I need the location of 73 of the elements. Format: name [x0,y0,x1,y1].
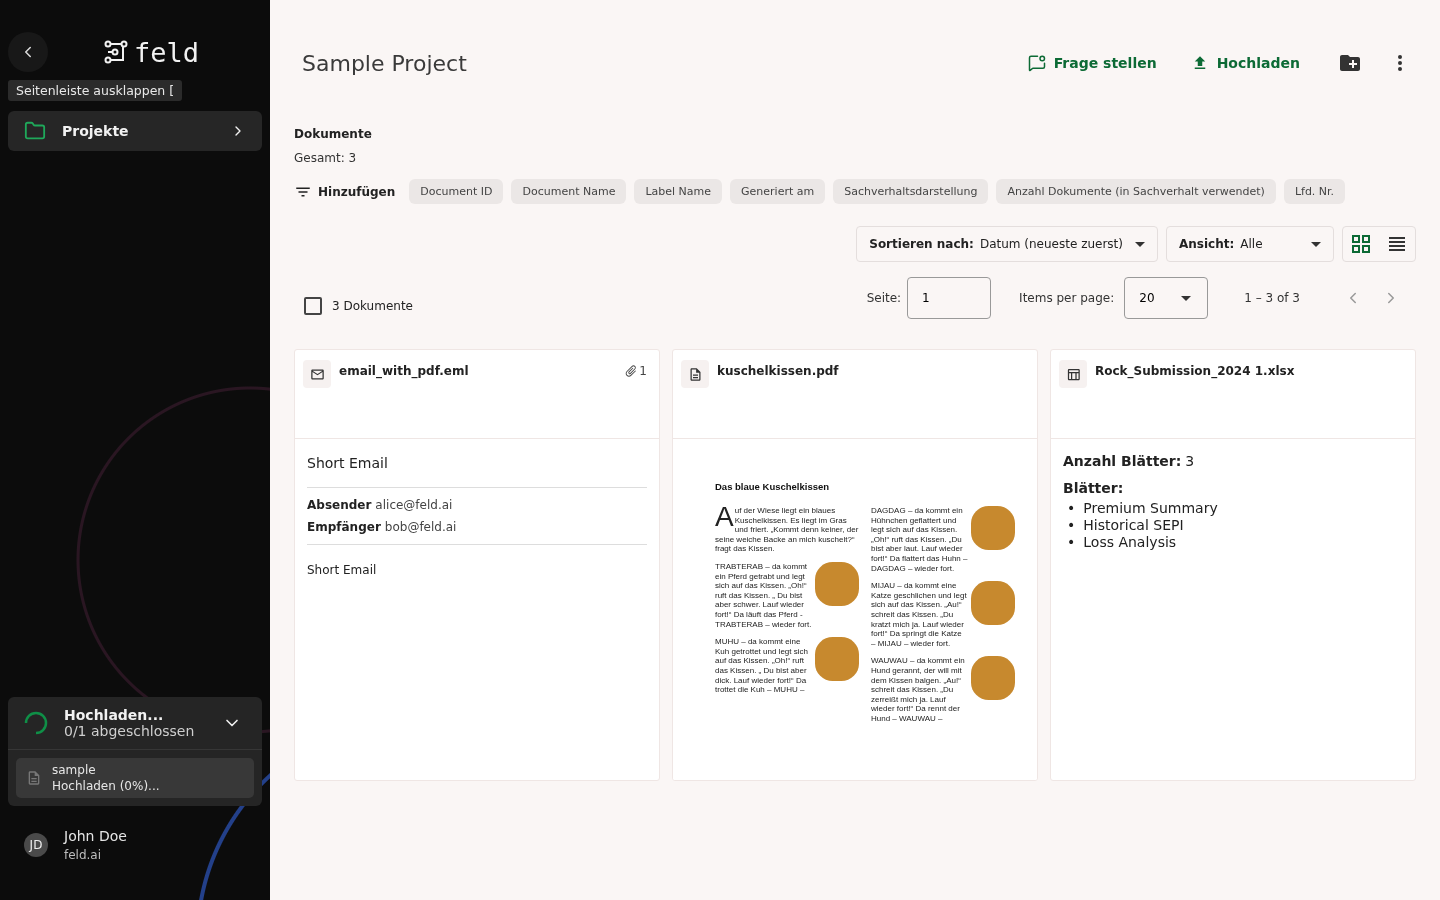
page-input[interactable]: 1 [907,277,992,319]
document-name: email_with_pdf.eml [339,364,470,378]
sort-select[interactable]: Sortieren nach: Datum (neueste zuerst) [856,226,1158,262]
type-glyph-icon [1065,366,1081,382]
tooltip: Seitenleiste ausklappen [ [8,80,183,101]
sidebar-item[interactable]: Projekte [8,111,262,151]
dropdown-caret-icon [1135,241,1145,247]
page-range: 1 – 3 of 3 [1244,291,1300,305]
user-name: John Doe [64,828,127,844]
column-chip[interactable]: Document ID [409,179,504,204]
page-label: Seite: [866,291,902,305]
upload-status: 0/1 abgeschlossen [64,723,196,739]
items-per-page-select[interactable]: 20 [1124,277,1209,319]
logo-text: feld [134,36,200,68]
bullet: • [1067,517,1076,534]
preview-paragraph: DAGDAG – da kommt ein Hühnchen geflattert und legt sich auf das Kissen. „Oh!“ ruft das Kissen. „Du bist aber laut. Lauf wieder fort!“ Da flattert das Huhn – DAGDAG – wieder fort. [871,506,968,574]
spinner-icon [24,711,48,735]
add-filter-button[interactable]: Hinzufügen [294,182,396,201]
illustration-placeholder [971,506,1015,550]
preview-title: Das blaue Kuschelkissen [715,481,831,492]
column-chip[interactable]: Document Name [511,179,627,204]
upload-title: Hochladen... [64,707,165,723]
email-field: Absender alice@feld.ai [307,498,647,512]
chat-bubble-icon [1027,54,1046,72]
select-all-checkbox[interactable] [304,297,322,315]
dropdown-caret-icon [1311,241,1321,247]
illustration-placeholder [815,637,859,682]
user-org: feld.ai [64,848,103,862]
section-heading: Dokumente [294,127,373,141]
view-select[interactable]: Ansicht: Alle [1166,226,1334,262]
email-subject: Short Email [307,451,647,488]
items-per-page-label: Items per page: [1019,291,1115,305]
more-vertical-icon [1398,55,1402,71]
illustration-placeholder [971,581,1015,626]
preview-paragraph: WAUWAU – da kommt ein Hund gerannt, der will mit dem Kissen balgen. „Au!“ schreit das Kissen. „Du zerreißt mich ja. Lauf wieder fort!“ Da rennt der Hund – WAUWAU – [871,656,966,724]
document-card[interactable]: email_with_pdf.eml 1 Short Email Absender alice@feld.ai Empfänger bob@feld.ai Short Email [294,349,660,781]
email-body: Short Email [307,563,378,577]
illustration-placeholder [815,561,859,606]
sheet-name: Historical SEPI [1083,517,1184,534]
illustration-placeholder [971,656,1015,701]
preview-paragraph: TRABTERAB – da kommt ein Pferd getrabt und legt sich auf das Kissen. „Oh!“ ruft das Kissen. „ Du bist aber schwer. Lauf wieder fort!“ Da läuft das Pferd - TRABTERAB – wieder fort. [715,561,812,630]
sheet-count: Anzahl Blätter: 3 [1063,452,1196,470]
user-avatar: JD [24,833,48,857]
attachment-count: 1 [624,364,647,378]
bullet: • [1067,534,1076,551]
email-field: Empfänger bob@feld.ai [307,520,647,534]
document-name: kuschelkissen.pdf [717,364,840,378]
document-name: Rock_Submission_2024 1.xlsx [1095,364,1296,378]
sheet-name: Premium Summary [1083,500,1218,517]
document-card[interactable]: Rock_Submission_2024 1.xlsx Anzahl Blätter: 3 Blätter: • Premium Summary • Historical SEPI • Loss Analysis [1050,349,1416,781]
column-chip[interactable]: Generiert am [730,179,826,204]
total-count: Gesamt: 3 [294,151,358,165]
bullet: • [1067,500,1076,517]
file-name: sample [52,762,97,778]
preview-paragraph: MIJAU – da kommt eine Katze geschlichen und legt sich auf das Kissen. „Au!“ schreit das Kissen. „Du kratzt mich ja. Lauf wieder fort!“ Da springt die Katze – MIJAU – wieder fort. [871,581,968,649]
page-title: Sample Project [302,50,468,76]
column-chip[interactable]: Sachverhaltsdarstellung [833,179,989,204]
dropdown-caret-icon [1181,295,1192,301]
document-card[interactable] [672,349,1038,781]
sheets-label: Blätter: [1063,480,1125,496]
column-chip[interactable]: Label Name [634,179,723,204]
logo-icon [104,40,128,64]
upload-button[interactable]: Hochladen [1182,48,1308,78]
preview-paragraph: MUHU – da kommt eine Kuh getrottet und legt sich auf das Kissen. „Oh!“ ruft das Kissen. „ Du bist aber dick. Lauf wieder fort!“ Da trottet die Kuh – MUHU – [715,637,809,695]
sheet-name: Loss Analysis [1083,534,1177,551]
file-icon [26,770,42,786]
folder-icon [24,120,46,142]
grid-icon [1349,232,1373,256]
ask-question-button[interactable]: Frage stellen [1019,48,1165,78]
column-chip[interactable]: Lfd. Nr. [1283,179,1346,204]
file-status: Hochladen (0%)... [52,778,160,794]
document-count: 3 Dokumente [332,299,413,313]
column-chip[interactable]: Anzahl Dokumente (in Sachverhalt verwendet) [996,179,1276,204]
